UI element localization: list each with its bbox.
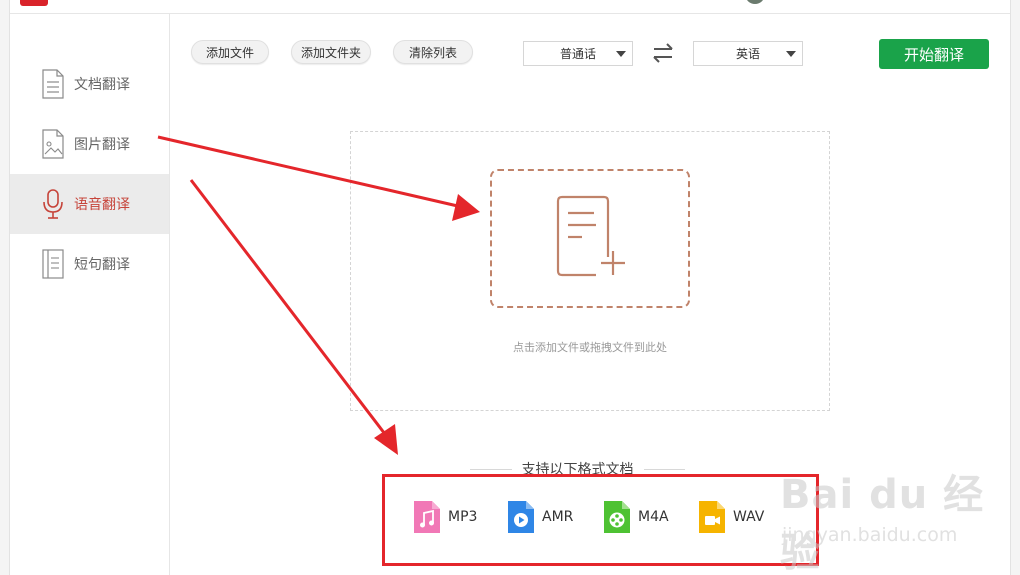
window-frame-left [0, 0, 10, 575]
sidebar-item-label: 文档翻译 [74, 77, 130, 93]
sidebar-item-voice[interactable]: 语音翻译 [10, 174, 169, 234]
image-icon [40, 128, 66, 160]
sentence-icon [40, 248, 66, 280]
sidebar-item-label: 短句翻译 [74, 257, 130, 273]
sidebar: 文档翻译 图片翻译 语音翻译 短句翻译 [10, 14, 170, 575]
add-folder-button[interactable]: 添加文件夹 [291, 40, 371, 64]
microphone-icon [40, 188, 66, 220]
swap-languages-icon[interactable] [651, 42, 675, 64]
baidu-logo: Bai du 经验 [780, 472, 985, 575]
sidebar-item-sentence[interactable]: 短句翻译 [10, 234, 169, 294]
sidebar-item-label: 语音翻译 [74, 197, 130, 213]
chevron-down-icon [616, 51, 626, 57]
divider [470, 468, 512, 470]
file-drop-zone[interactable]: 点击添加文件或拖拽文件到此处 [350, 131, 830, 411]
annotation-highlight-box [382, 474, 819, 566]
baidu-watermark: Bai du 经验 jingyan.baidu.com [780, 462, 985, 575]
source-language-value: 普通话 [559, 47, 596, 61]
start-translate-button[interactable]: 开始翻译 [879, 39, 989, 69]
title-bar [0, 0, 1020, 14]
sidebar-item-label: 图片翻译 [74, 137, 130, 153]
sidebar-item-document[interactable]: 文档翻译 [10, 54, 169, 114]
add-file-button[interactable]: 添加文件 [191, 40, 269, 64]
chevron-down-icon [786, 51, 796, 57]
add-file-target[interactable] [490, 169, 690, 308]
app-logo [20, 0, 48, 6]
window-frame-right [1010, 0, 1020, 575]
add-document-icon [556, 195, 625, 277]
watermark-url: jingyan.baidu.com [782, 524, 958, 546]
target-language-value: 英语 [735, 47, 760, 61]
drop-hint: 点击添加文件或拖拽文件到此处 [513, 341, 667, 354]
target-language-select[interactable]: 英语 [693, 41, 803, 66]
app-window: 文档翻译 图片翻译 语音翻译 短句翻译 添加文件 添加文件夹 清除列表 普通话 … [0, 0, 1020, 575]
sidebar-item-image[interactable]: 图片翻译 [10, 114, 169, 174]
document-icon [40, 68, 66, 100]
clear-list-button[interactable]: 清除列表 [393, 40, 473, 64]
avatar[interactable] [745, 0, 765, 4]
divider [643, 468, 685, 470]
source-language-select[interactable]: 普通话 [523, 41, 633, 66]
